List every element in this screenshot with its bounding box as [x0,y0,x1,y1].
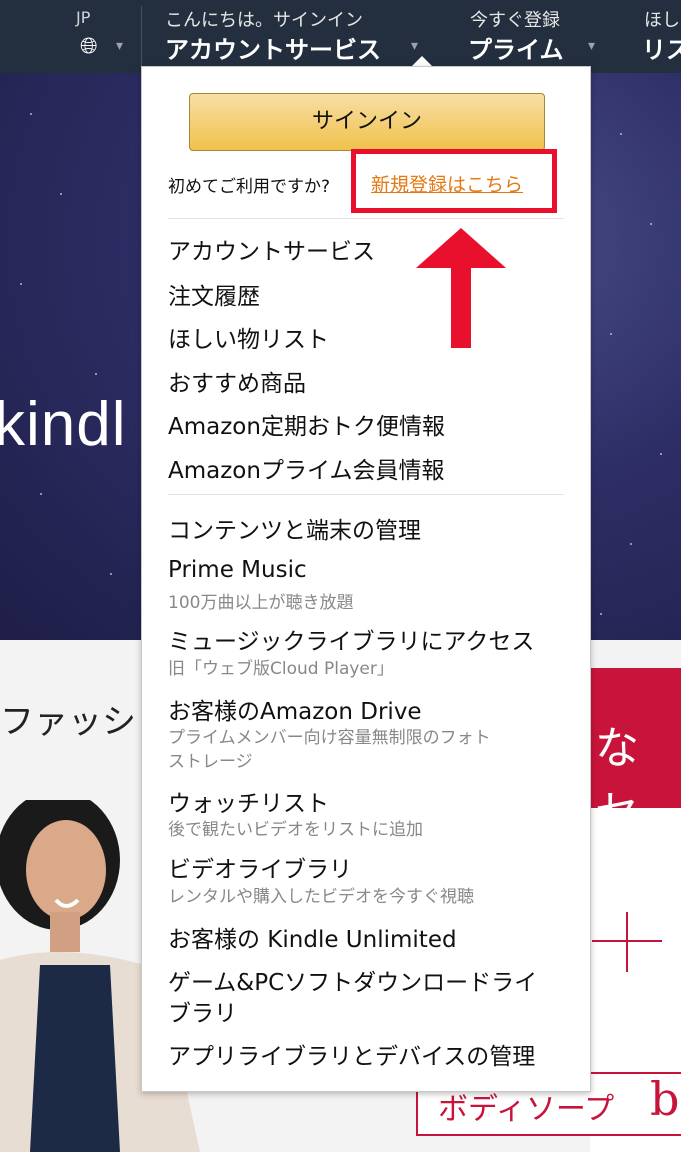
menu-item-prime-music[interactable]: Prime Music [168,557,307,583]
menu-item-prime-membership[interactable]: Amazonプライム会員情報 [168,451,445,485]
nav-divider [141,6,142,66]
signup-now-text[interactable]: 今すぐ登録 [470,6,560,32]
country-code[interactable]: JP [76,8,90,27]
menu-item-subscribe-save[interactable]: Amazon定期おトク便情報 [168,407,445,441]
greeting-text[interactable]: こんにちは。サインイン [165,6,363,32]
menu-divider [168,218,564,219]
menu-item-game-software-library-cont[interactable]: ブラリ [168,994,237,1028]
menu-item-watchlist[interactable]: ウォッチリスト [168,784,329,818]
arrow-up-icon [416,228,506,348]
chevron-down-icon[interactable]: ▾ [411,38,418,54]
highlight-annotation-box [351,149,557,213]
chevron-down-icon[interactable]: ▾ [116,38,123,54]
menu-item-account-services[interactable]: アカウントサービス [168,232,375,266]
first-time-text: 初めてご利用ですか? [168,177,331,197]
top-nav-bar: JP 🌐︎ ▾ こんにちは。サインイン アカウントサービス ▾ 今すぐ登録 プラ… [0,0,681,73]
fashion-heading: ファッシ [0,702,136,742]
menu-subtext: 後で観たいビデオをリストに追加 [168,820,423,840]
menu-subtext: 旧「ウェブ版Cloud Player」 [168,659,394,679]
menu-item-video-library[interactable]: ビデオライブラリ [168,850,352,884]
menu-item-order-history[interactable]: 注文履歴 [168,277,260,311]
menu-item-app-library[interactable]: アプリライブラリとデバイスの管理 [168,1037,535,1071]
menu-item-content-devices[interactable]: コンテンツと端末の管理 [168,511,421,545]
wishlist-menu[interactable]: リス [642,30,681,65]
body-soap-initial: b [650,1072,680,1126]
menu-item-amazon-drive[interactable]: お客様のAmazon Drive [168,692,422,726]
menu-item-kindle-unlimited[interactable]: お客様の Kindle Unlimited [168,920,457,954]
menu-subtext: 100万曲以上が聴き放題 [168,593,354,613]
kindle-logo-text: kindl [0,390,127,459]
menu-item-music-library[interactable]: ミュージックライブラリにアクセス [168,622,534,656]
account-services-menu[interactable]: アカウントサービス [165,30,381,65]
signin-button[interactable]: サインイン [189,93,545,151]
plus-icon [592,912,662,972]
menu-item-game-software-library[interactable]: ゲーム&PCソフトダウンロードライ [168,963,537,997]
dropdown-pointer [412,56,432,66]
menu-item-recommendations[interactable]: おすすめ商品 [168,364,306,398]
prime-menu[interactable]: プライム [468,30,564,65]
menu-divider [168,494,564,495]
menu-subtext: ストレージ [168,752,253,772]
menu-item-wishlist[interactable]: ほしい物リスト [168,320,329,354]
menu-subtext: プライムメンバー向け容量無制限のフォト [168,728,491,748]
menu-subtext: レンタルや購入したビデオを今すぐ視聴 [168,887,474,907]
chevron-down-icon[interactable]: ▾ [588,38,595,54]
wishlist-small-text[interactable]: ほし [644,6,680,32]
globe-icon[interactable]: 🌐︎ [80,34,98,59]
